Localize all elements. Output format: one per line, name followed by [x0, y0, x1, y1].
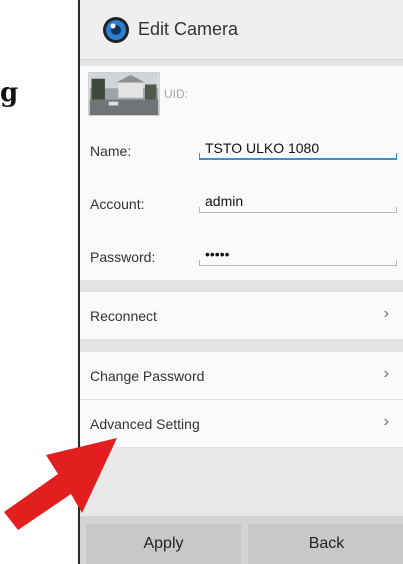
uid-label: UID:	[164, 86, 188, 101]
password-row: Password: •••••	[80, 227, 403, 280]
bottom-button-bar: Apply Back	[80, 516, 403, 564]
apply-button[interactable]: Apply	[86, 524, 241, 564]
section-divider	[80, 280, 403, 292]
camera-lens-icon	[103, 16, 129, 43]
camera-thumbnail[interactable]	[88, 71, 160, 116]
name-label: Name:	[90, 143, 132, 159]
red-arrow-annotation	[4, 438, 117, 530]
advanced-setting-item[interactable]: Advanced Setting ›	[80, 400, 403, 448]
reconnect-item[interactable]: Reconnect ›	[80, 292, 403, 340]
chevron-right-icon: ›	[383, 365, 389, 382]
page-title: Edit Camera	[138, 19, 239, 39]
chevron-right-icon: ›	[383, 413, 389, 430]
phone-screen: Edit Camera UID: Name: TSTO ULKO 1080 Ac…	[78, 0, 403, 564]
account-row: Account: admin	[80, 174, 403, 227]
account-label: Account:	[90, 196, 145, 212]
camera-form: Name: TSTO ULKO 1080 Account: admin Pass…	[80, 121, 403, 280]
cropped-side-text: g	[0, 78, 19, 108]
password-label: Password:	[90, 249, 156, 265]
camera-info-row: UID:	[80, 66, 403, 121]
back-button[interactable]: Back	[248, 524, 403, 564]
action-bar: Edit Camera	[80, 0, 403, 60]
change-password-item[interactable]: Change Password ›	[80, 352, 403, 400]
password-input[interactable]: •••••	[199, 242, 397, 266]
section-divider	[80, 340, 403, 352]
reconnect-label: Reconnect	[90, 308, 157, 324]
name-input[interactable]: TSTO ULKO 1080	[199, 136, 397, 160]
chevron-right-icon: ›	[383, 305, 389, 322]
change-password-label: Change Password	[90, 368, 205, 384]
account-input[interactable]: admin	[199, 189, 397, 213]
name-row: Name: TSTO ULKO 1080	[80, 121, 403, 174]
